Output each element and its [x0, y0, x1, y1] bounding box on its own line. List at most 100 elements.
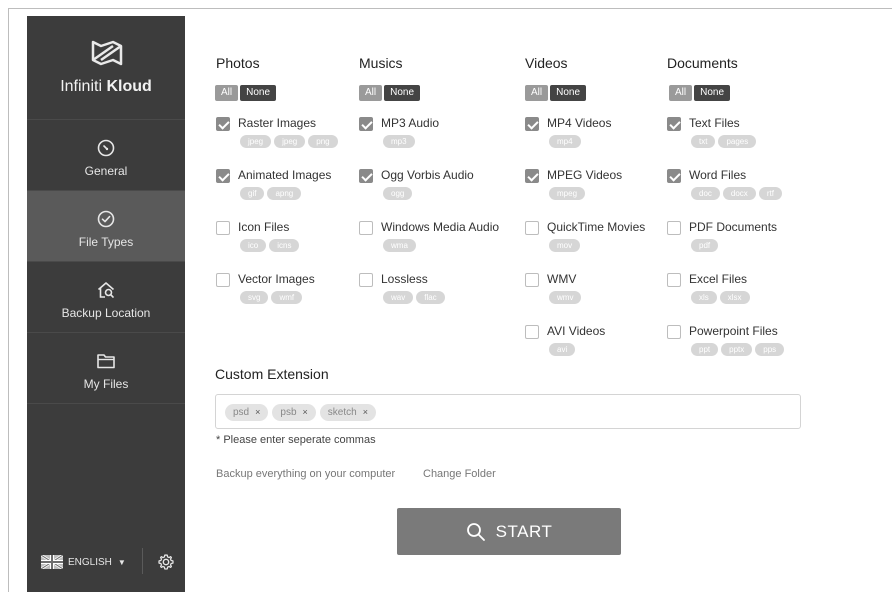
filetype-label: Lossless [381, 272, 428, 286]
filetype-label: Text Files [689, 116, 740, 130]
remove-tag-icon[interactable]: × [363, 404, 368, 421]
checkbox[interactable] [667, 273, 681, 287]
custom-extension-input[interactable]: psd × psb × sketch × [215, 394, 801, 429]
nav-item-my-files[interactable]: My Files [27, 333, 185, 404]
checkbox[interactable] [216, 117, 230, 131]
checkbox[interactable] [216, 221, 230, 235]
extension-tag: gif [240, 187, 265, 200]
checkbox[interactable] [359, 117, 373, 131]
musics-none-button[interactable]: None [384, 85, 421, 101]
checkbox[interactable] [216, 273, 230, 287]
checkbox[interactable] [525, 117, 539, 131]
custom-tag-label: psd [233, 407, 250, 418]
checkbox[interactable] [667, 325, 681, 339]
extension-tag: wmv [549, 291, 582, 304]
extension-tag: docx [722, 187, 756, 200]
filetype-label: Vector Images [238, 272, 315, 286]
musics-all-none: All None [359, 85, 422, 101]
extension-tag: pptx [721, 343, 753, 356]
checkbox[interactable] [525, 221, 539, 235]
extension-tags: mov [549, 239, 583, 252]
extension-tag: pages [718, 135, 757, 148]
photos-all-button[interactable]: All [215, 85, 239, 101]
home-search-icon [97, 282, 115, 298]
nav-item-backup-location[interactable]: Backup Location [27, 262, 185, 333]
column-title-documents: Documents [667, 55, 738, 71]
checkbox[interactable] [667, 117, 681, 131]
filetype-label: WMV [547, 272, 577, 286]
remove-tag-icon[interactable]: × [303, 404, 308, 421]
sidebar: Infiniti Kloud General File Types Backup… [27, 16, 185, 592]
checkbox[interactable] [667, 221, 681, 235]
nav-item-file-types[interactable]: File Types [27, 191, 185, 262]
check-circle-icon [97, 210, 115, 228]
backup-description: Backup everything on your computer [216, 468, 396, 480]
extension-tag: avi [549, 343, 576, 356]
photos-all-none: All None [215, 85, 278, 101]
start-label: START [495, 521, 553, 541]
checkbox[interactable] [359, 273, 373, 287]
extension-tags: doc docx rtf [691, 187, 785, 200]
checkbox[interactable] [359, 169, 373, 183]
extension-tags: wav flac [383, 291, 448, 304]
caret-down-icon: ▼ [117, 557, 126, 567]
extension-tag: apng [267, 187, 302, 200]
photos-none-button[interactable]: None [240, 85, 277, 101]
nav-item-general[interactable]: General [27, 120, 185, 191]
filetype-label: MP4 Videos [547, 116, 612, 130]
extension-tag: xls [691, 291, 717, 304]
extension-tag: mpeg [549, 187, 586, 200]
checkbox[interactable] [525, 169, 539, 183]
extension-tag: ico [240, 239, 267, 252]
extension-tag: rtf [758, 187, 782, 200]
extension-tag: txt [691, 135, 716, 148]
videos-none-button[interactable]: None [550, 85, 587, 101]
checkbox[interactable] [359, 221, 373, 235]
extension-tag: wmf [271, 291, 303, 304]
extension-tag: icns [269, 239, 300, 252]
extension-tag: ogg [383, 187, 413, 200]
videos-all-none: All None [525, 85, 588, 101]
extension-tags: txt pages [691, 135, 759, 148]
extension-tag: pps [755, 343, 785, 356]
gauge-icon [97, 139, 115, 157]
custom-extension-title: Custom Extension [215, 366, 329, 382]
brand: Infiniti Kloud [27, 16, 185, 120]
extension-tag: xlsx [719, 291, 750, 304]
filetype-label: Ogg Vorbis Audio [381, 168, 474, 182]
checkbox[interactable] [525, 273, 539, 287]
filetype-label: Animated Images [238, 168, 332, 182]
checkbox[interactable] [667, 169, 681, 183]
checkbox[interactable] [216, 169, 230, 183]
extension-tags: pdf [691, 239, 721, 252]
extension-tag: ppt [691, 343, 719, 356]
extension-tag: mp4 [549, 135, 581, 148]
documents-all-button[interactable]: All [669, 85, 693, 101]
custom-tag-psb: psb × [272, 404, 316, 421]
gear-icon[interactable] [157, 553, 175, 571]
extension-tags: mp3 [383, 135, 418, 148]
extension-tags: gif apng [240, 187, 304, 200]
checkbox[interactable] [525, 325, 539, 339]
extension-tag: jpeg [240, 135, 272, 148]
language-selector[interactable]: ENGLISH ▼ [41, 552, 126, 572]
filetype-label: AVI Videos [547, 324, 606, 338]
videos-all-button[interactable]: All [525, 85, 549, 101]
remove-tag-icon[interactable]: × [255, 404, 260, 421]
extension-tags: jpeg jpeg png [240, 135, 341, 148]
uk-flag-icon [41, 555, 63, 569]
documents-all-none: All None [669, 85, 732, 101]
change-folder-link[interactable]: Change Folder [423, 468, 496, 480]
extension-tag: mp3 [383, 135, 415, 148]
musics-all-button[interactable]: All [359, 85, 383, 101]
nav-label-backup-location: Backup Location [61, 306, 151, 320]
documents-none-button[interactable]: None [694, 85, 731, 101]
brand-name-light: Infiniti [60, 78, 107, 95]
extension-tag: png [308, 135, 338, 148]
extension-tag: pdf [691, 239, 719, 252]
extension-tag: flac [416, 291, 445, 304]
custom-extension-tags: psd × psb × sketch × [225, 404, 380, 421]
extension-tags: wma [383, 239, 419, 252]
start-button[interactable]: START [397, 508, 621, 555]
nav-label-my-files: My Files [83, 377, 129, 391]
